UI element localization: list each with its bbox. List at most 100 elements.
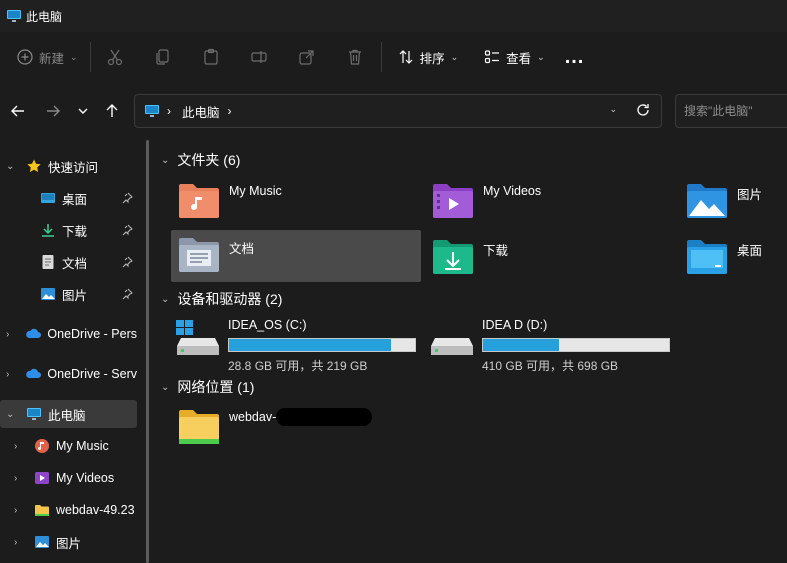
computer-icon bbox=[27, 408, 41, 420]
chevron-down-icon[interactable]: ⌄ bbox=[6, 409, 18, 420]
computer-icon bbox=[145, 105, 159, 117]
breadcrumb-separator-icon[interactable]: › bbox=[228, 104, 232, 118]
breadcrumb[interactable]: 此电脑 bbox=[182, 102, 220, 121]
refresh-icon[interactable] bbox=[635, 102, 651, 118]
back-button[interactable] bbox=[7, 100, 29, 122]
sidebar-item-onedrive-personal[interactable]: › OneDrive - Pers bbox=[0, 320, 137, 348]
network-location-webdav[interactable]: webdav- bbox=[171, 402, 431, 452]
paste-button[interactable] bbox=[187, 37, 235, 77]
cut-button[interactable] bbox=[91, 37, 139, 77]
divider bbox=[380, 42, 382, 72]
sidebar-item-documents[interactable]: 文档 bbox=[0, 248, 137, 276]
share-button[interactable] bbox=[283, 37, 331, 77]
cloud-icon bbox=[26, 368, 42, 378]
chevron-down-icon[interactable]: ⌄ bbox=[609, 104, 617, 115]
drive-tile-d[interactable]: IDEA D (D:) 410 GB 可用，共 698 GB bbox=[429, 314, 679, 373]
delete-button[interactable] bbox=[331, 37, 379, 77]
drive-name: IDEA_OS (C:) bbox=[228, 318, 307, 332]
pin-icon[interactable] bbox=[121, 288, 133, 300]
chevron-down-icon[interactable]: ⌄ bbox=[6, 161, 18, 172]
sidebar-item-my-music[interactable]: › My Music bbox=[0, 432, 137, 460]
folder-label: 图片 bbox=[737, 188, 763, 202]
chevron-right-icon[interactable]: › bbox=[6, 369, 17, 380]
chevron-down-icon[interactable]: ⌄ bbox=[161, 294, 169, 305]
sort-button[interactable]: 排序 ⌄ bbox=[390, 39, 467, 75]
chevron-down-icon[interactable]: ⌄ bbox=[161, 382, 169, 393]
sidebar-item-my-videos[interactable]: › My Videos bbox=[0, 464, 137, 492]
sidebar-item-downloads[interactable]: 下载 bbox=[0, 216, 137, 244]
sidebar-item-pictures-pc[interactable]: › 图片 bbox=[0, 528, 137, 556]
view-label: 查看 bbox=[506, 51, 532, 66]
sidebar-item-pictures[interactable]: 图片 bbox=[0, 280, 137, 308]
view-button[interactable]: 查看 ⌄ bbox=[476, 39, 553, 75]
more-options-button[interactable]: ... bbox=[553, 46, 597, 69]
navigation-pane: ⌄ 快速访问 桌面 下载 文档 图片 › OneDrive - Pers › O… bbox=[0, 140, 146, 563]
pin-icon[interactable] bbox=[121, 192, 133, 204]
sidebar-item-label: OneDrive - Serv bbox=[47, 367, 137, 381]
chevron-down-icon[interactable]: ⌄ bbox=[161, 155, 169, 166]
breadcrumb-separator-icon[interactable]: › bbox=[167, 104, 171, 118]
chevron-right-icon[interactable]: › bbox=[14, 505, 26, 516]
drive-usage-bar bbox=[228, 338, 416, 352]
rename-button[interactable] bbox=[235, 37, 283, 77]
drive-usage-bar bbox=[482, 338, 670, 352]
sidebar-item-label: 图片 bbox=[62, 288, 88, 303]
chevron-right-icon[interactable]: › bbox=[14, 441, 26, 452]
sidebar-item-this-pc[interactable]: ⌄ 此电脑 bbox=[0, 400, 137, 428]
sort-icon bbox=[399, 50, 412, 64]
sidebar-item-webdav[interactable]: › webdav-49.23 bbox=[0, 496, 137, 524]
folder-tile-my-videos[interactable]: My Videos bbox=[425, 176, 673, 226]
sidebar-item-quick-access[interactable]: ⌄ 快速访问 bbox=[0, 152, 137, 180]
chevron-down-icon: ⌄ bbox=[450, 51, 459, 62]
forward-button[interactable] bbox=[42, 100, 64, 122]
drive-size: 410 GB 可用，共 698 GB bbox=[482, 359, 619, 373]
new-button[interactable]: 新建 ⌄ bbox=[17, 48, 78, 67]
group-title: 文件夹 (6) bbox=[177, 152, 241, 168]
search-input[interactable] bbox=[684, 104, 787, 118]
downloads-folder-icon bbox=[433, 240, 473, 274]
folder-tile-desktop[interactable]: 桌面 bbox=[679, 232, 779, 282]
sidebar-item-label: My Music bbox=[56, 439, 109, 453]
recent-locations-button[interactable] bbox=[72, 100, 94, 122]
group-header-devices[interactable]: ⌄ 设备和驱动器 (2) bbox=[161, 289, 282, 309]
address-bar[interactable]: › 此电脑 › ⌄ bbox=[134, 94, 662, 128]
drive-tile-c[interactable]: IDEA_OS (C:) 28.8 GB 可用，共 219 GB bbox=[175, 314, 425, 373]
video-icon bbox=[35, 472, 49, 484]
sidebar-item-desktop[interactable]: 桌面 bbox=[0, 184, 137, 212]
folder-tile-pictures[interactable]: 图片 bbox=[679, 176, 779, 226]
trash-icon bbox=[348, 49, 361, 65]
folder-icon bbox=[35, 505, 49, 516]
windows-drive-icon bbox=[176, 320, 219, 355]
sort-label: 排序 bbox=[419, 51, 445, 66]
folder-tile-downloads[interactable]: 下载 bbox=[425, 232, 673, 282]
music-icon bbox=[35, 439, 49, 453]
new-label: 新建 bbox=[39, 51, 65, 66]
chevron-right-icon[interactable]: › bbox=[14, 537, 26, 548]
sidebar-item-label: 此电脑 bbox=[48, 408, 86, 423]
up-button[interactable] bbox=[101, 100, 123, 122]
group-header-folders[interactable]: ⌄ 文件夹 (6) bbox=[161, 150, 240, 170]
drive-usage-fill bbox=[483, 339, 560, 351]
folder-tile-my-music[interactable]: My Music bbox=[171, 176, 419, 226]
folder-label: My Music bbox=[229, 184, 282, 198]
redacted-mask bbox=[276, 408, 373, 426]
folder-label: 下载 bbox=[483, 244, 509, 258]
copy-button[interactable] bbox=[139, 37, 187, 77]
group-title: 网络位置 (1) bbox=[177, 379, 255, 395]
sidebar-item-label: 桌面 bbox=[62, 192, 88, 207]
chevron-right-icon[interactable]: › bbox=[14, 473, 26, 484]
chevron-down-icon: ⌄ bbox=[70, 51, 78, 62]
chevron-right-icon[interactable]: › bbox=[6, 329, 17, 340]
share-icon bbox=[298, 50, 314, 65]
sidebar-scrollbar[interactable] bbox=[146, 140, 149, 563]
command-bar: 新建 ⌄ 排序 ⌄ 查看 ⌄ ... bbox=[0, 32, 787, 82]
sidebar-item-onedrive-service[interactable]: › OneDrive - Serv bbox=[0, 360, 137, 388]
search-box[interactable] bbox=[675, 94, 787, 128]
pin-icon[interactable] bbox=[121, 256, 133, 268]
star-icon bbox=[27, 159, 41, 172]
pin-icon[interactable] bbox=[121, 224, 133, 236]
folder-tile-documents[interactable]: 文档 bbox=[171, 230, 421, 282]
desktop-icon bbox=[41, 193, 55, 203]
sidebar-item-label: 下载 bbox=[62, 224, 88, 239]
group-header-network[interactable]: ⌄ 网络位置 (1) bbox=[161, 377, 254, 397]
